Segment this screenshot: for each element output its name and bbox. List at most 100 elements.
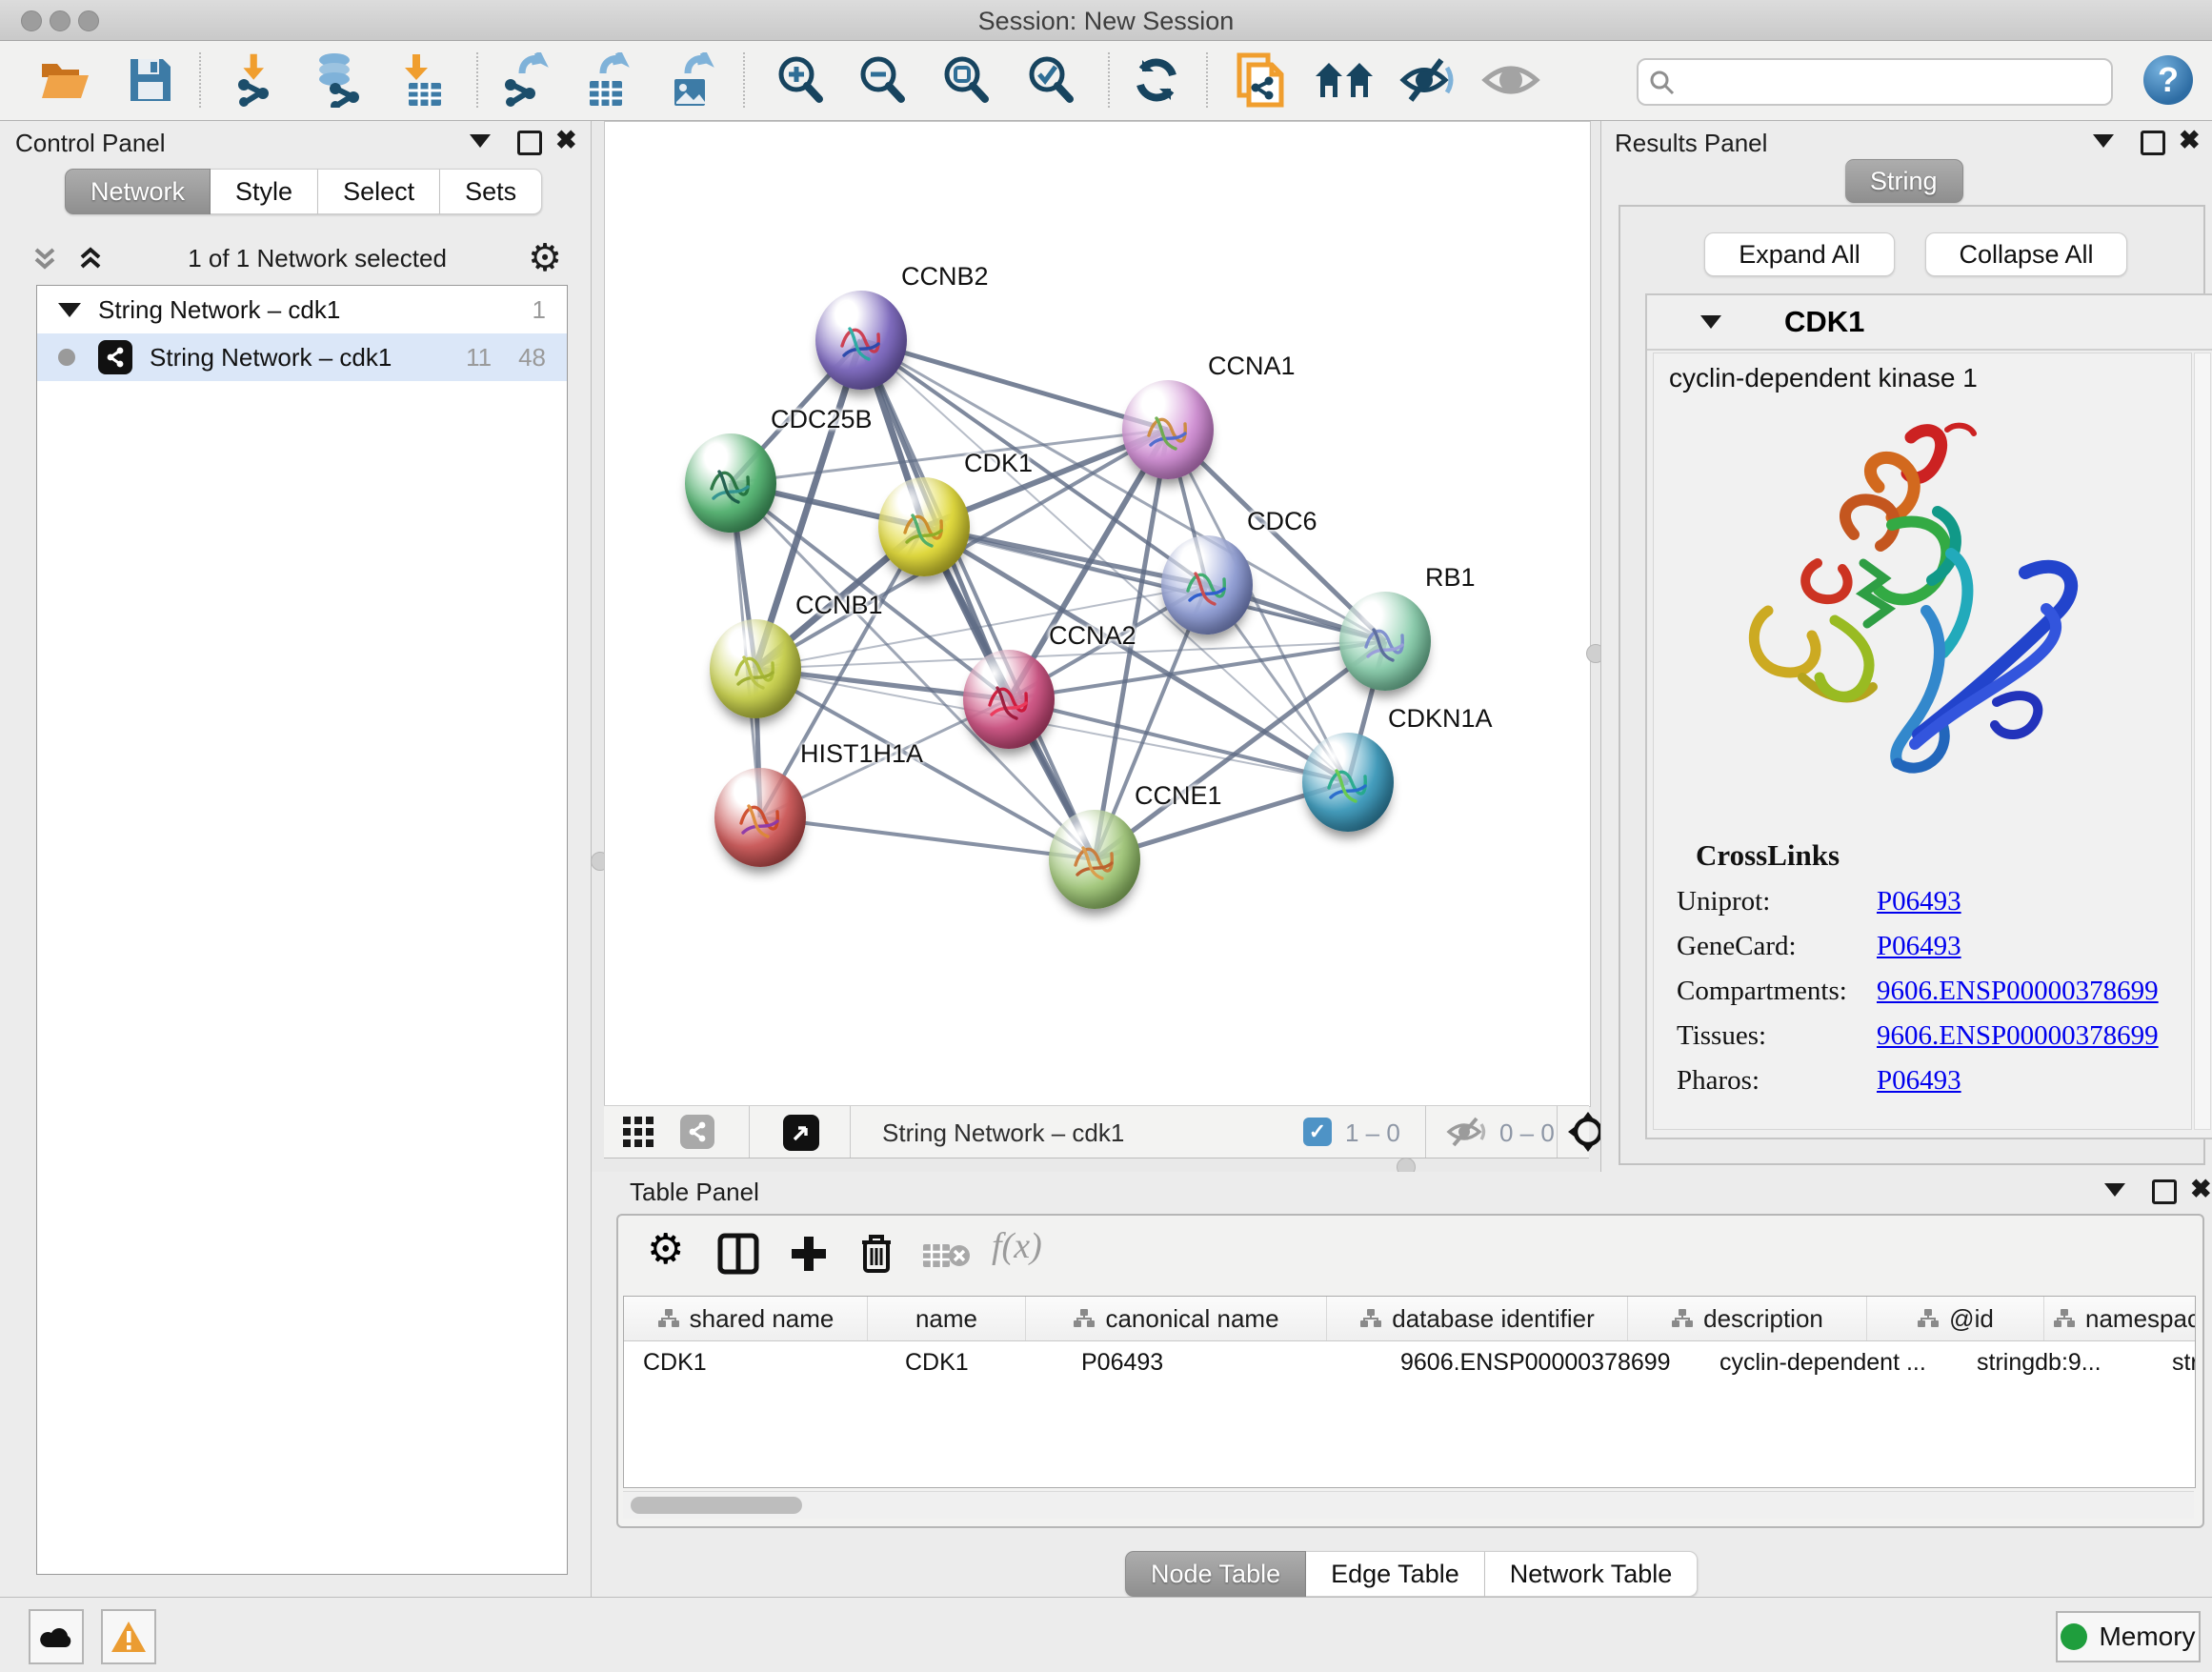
table-cell: P06493	[1062, 1341, 1381, 1383]
network-node-cdkn1a[interactable]	[1302, 733, 1394, 832]
expand-all-button[interactable]: Expand All	[1704, 232, 1895, 276]
tab-network-table[interactable]: Network Table	[1485, 1551, 1699, 1597]
cloud-button[interactable]	[29, 1609, 84, 1664]
network-node-ccne1[interactable]	[1049, 810, 1140, 909]
float-panel-icon[interactable]	[517, 131, 542, 160]
main-toolbar: ?	[0, 41, 2212, 121]
close-panel-icon[interactable]: ✖	[2179, 131, 2201, 153]
help-button[interactable]: ?	[2143, 55, 2193, 105]
zoom-out-button[interactable]	[852, 50, 913, 111]
gene-caret-icon[interactable]	[1700, 315, 1721, 329]
export-network-button[interactable]	[494, 50, 555, 111]
show-details-button[interactable]	[1480, 50, 1541, 111]
panel-menu-caret-icon[interactable]	[2093, 134, 2114, 152]
tab-select[interactable]: Select	[318, 169, 440, 214]
column-header-namespac[interactable]: namespac	[2044, 1297, 2196, 1340]
network-node-cdc25b[interactable]	[685, 433, 776, 533]
network-collection-row[interactable]: String Network – cdk1 1	[37, 286, 567, 333]
table-hscrollbar-thumb[interactable]	[631, 1497, 802, 1514]
crosslink-link[interactable]: P06493	[1877, 931, 2191, 962]
string-view-icon[interactable]	[680, 1115, 714, 1149]
network-canvas[interactable]: CCNB2 CCNA1 CDC25B CDK1 CDC6 RB1	[604, 121, 1591, 1107]
tab-edge-table[interactable]: Edge Table	[1306, 1551, 1485, 1597]
collection-caret-icon[interactable]	[58, 303, 81, 317]
column-header-database-identifier[interactable]: database identifier	[1327, 1297, 1628, 1340]
network-row[interactable]: String Network – cdk1 11 48	[37, 333, 567, 381]
table-hscrollbar[interactable]	[623, 1491, 2194, 1519]
collapse-all-button[interactable]: Collapse All	[1925, 232, 2127, 276]
column-type-icon	[1671, 1308, 1694, 1329]
protein-thumbnail-icon	[725, 640, 786, 701]
network-node-cdk1[interactable]	[878, 477, 970, 576]
add-column-icon[interactable]	[788, 1233, 830, 1275]
crosslink-link[interactable]: P06493	[1877, 886, 2191, 917]
export-image-button[interactable]	[661, 50, 722, 111]
tab-node-table[interactable]: Node Table	[1125, 1551, 1306, 1597]
column-header-@id[interactable]: @id	[1867, 1297, 2044, 1340]
network-node-ccna2[interactable]	[963, 650, 1055, 749]
crosslink-link[interactable]: 9606.ENSP00000378699	[1877, 976, 2191, 1007]
column-header-description[interactable]: description	[1628, 1297, 1867, 1340]
expand-all-icon[interactable]	[74, 242, 107, 274]
function-builder-button[interactable]: f(x)	[992, 1225, 1042, 1267]
network-node-ccnb1[interactable]	[710, 619, 801, 718]
network-node-ccnb2[interactable]	[815, 291, 907, 390]
network-node-cdc6[interactable]	[1161, 535, 1253, 635]
network-node-hist1h1a[interactable]	[714, 768, 806, 867]
selected-nodes-checkbox-icon[interactable]: ✓	[1303, 1118, 1332, 1146]
close-panel-icon[interactable]: ✖	[555, 131, 577, 153]
crosslink-link[interactable]: 9606.ENSP00000378699	[1877, 1020, 2191, 1052]
network-options-gear-icon[interactable]: ⚙	[528, 242, 562, 274]
float-panel-icon[interactable]	[2141, 131, 2165, 160]
column-header-canonical-name[interactable]: canonical name	[1026, 1297, 1327, 1340]
birdseye-view-icon[interactable]	[783, 1115, 819, 1151]
float-panel-icon[interactable]	[2152, 1179, 2177, 1209]
hide-details-button[interactable]	[1398, 50, 1458, 111]
import-network-from-database-button[interactable]	[308, 50, 369, 111]
zoom-fit-icon	[939, 53, 993, 107]
results-scrollbar[interactable]	[2194, 353, 2211, 1130]
protein-thumbnail-icon	[1176, 556, 1237, 617]
delete-column-icon[interactable]	[856, 1231, 896, 1277]
table-row[interactable]: CDK1CDK1P064939606.ENSP00000378699cyclin…	[624, 1341, 2195, 1383]
zoom-selected-button[interactable]	[1020, 50, 1081, 111]
tab-string[interactable]: String	[1845, 159, 1963, 203]
tab-sets[interactable]: Sets	[440, 169, 542, 214]
column-header-name[interactable]: name	[868, 1297, 1026, 1340]
table-cell: stringdb	[2153, 1341, 2196, 1383]
export-network-icon	[499, 52, 551, 108]
save-session-button[interactable]	[120, 50, 181, 111]
clone-network-button[interactable]	[1232, 50, 1293, 111]
column-header-shared-name[interactable]: shared name	[624, 1297, 868, 1340]
import-network-button[interactable]	[228, 50, 289, 111]
warning-button[interactable]	[101, 1609, 156, 1664]
crosslink-link[interactable]: P06493	[1877, 1065, 2191, 1097]
home-button[interactable]	[1314, 50, 1375, 111]
tab-network[interactable]: Network	[65, 169, 211, 214]
network-node-rb1[interactable]	[1339, 592, 1431, 691]
zoom-fit-button[interactable]	[935, 50, 996, 111]
network-node-ccna1[interactable]	[1122, 380, 1214, 479]
table-panel: Table Panel ✖ ⚙ f(x)	[592, 1172, 2212, 1597]
grid-view-icon[interactable]	[623, 1117, 655, 1149]
refresh-button[interactable]	[1126, 50, 1187, 111]
close-panel-icon[interactable]: ✖	[2190, 1179, 2212, 1202]
tab-style[interactable]: Style	[211, 169, 318, 214]
export-table-button[interactable]	[576, 50, 637, 111]
memory-button[interactable]: Memory	[2056, 1611, 2201, 1662]
current-network-name: String Network – cdk1	[882, 1118, 1124, 1148]
panel-menu-caret-icon[interactable]	[470, 134, 491, 152]
zoom-in-button[interactable]	[770, 50, 831, 111]
panel-menu-caret-icon[interactable]	[2104, 1183, 2125, 1201]
gene-section-header[interactable]: CDK1	[1647, 295, 2212, 351]
toolbar-separator	[1557, 1106, 1558, 1158]
cloud-icon	[39, 1624, 73, 1649]
show-columns-icon[interactable]	[717, 1233, 759, 1275]
delete-table-icon[interactable]	[921, 1240, 971, 1271]
search-input[interactable]	[1637, 58, 2113, 106]
open-session-button[interactable]	[36, 50, 97, 111]
table-options-gear-icon[interactable]: ⚙	[647, 1229, 684, 1271]
collapse-all-icon[interactable]	[29, 242, 61, 274]
crosslink-label: Compartments:	[1677, 976, 1877, 1007]
import-table-button[interactable]	[394, 50, 455, 111]
